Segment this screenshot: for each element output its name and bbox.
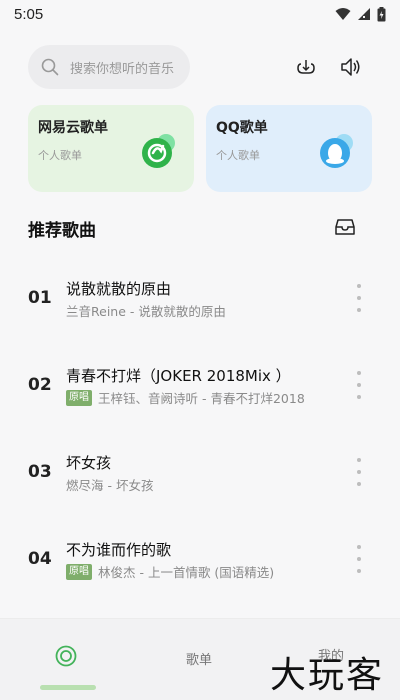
song-title: 坏女孩: [66, 454, 112, 472]
song-title: 说散就散的原由: [66, 280, 172, 298]
song-row[interactable]: 01 说散就散的原由 兰音Reine - 说散就散的原由: [0, 254, 400, 341]
netease-music-icon: [142, 134, 175, 168]
download-icon: [297, 60, 315, 74]
song-number: 01: [28, 288, 52, 308]
song-meta: 原唱 王梓钰、音阙诗听 - 青春不打烊2018: [66, 388, 305, 407]
recommended-songs-title: 推荐歌曲: [28, 221, 96, 241]
search-icon: [41, 58, 59, 76]
song-title: 青春不打烊（JOKER 2018Mix ）: [66, 367, 291, 385]
song-row[interactable]: 03 坏女孩 燃尽海 - 坏女孩: [0, 428, 400, 515]
home-tab-icon[interactable]: [54, 644, 78, 668]
status-icons: [335, 6, 386, 22]
qq-penguin-icon: [320, 134, 353, 168]
playlist-cards: 网易云歌单 个人歌单 QQ歌单 个人歌单: [28, 105, 372, 192]
qq-playlist-card[interactable]: QQ歌单 个人歌单: [206, 105, 372, 192]
active-tab-indicator: [40, 685, 96, 690]
original-badge: 原唱: [66, 563, 92, 580]
watermark-text: 大玩客: [270, 655, 385, 696]
more-options-button[interactable]: [352, 458, 366, 486]
more-options-button[interactable]: [352, 371, 366, 399]
song-artist-album: 燃尽海 - 坏女孩: [66, 478, 154, 493]
search-row: 搜索你想听的音乐: [28, 45, 372, 89]
more-options-button[interactable]: [352, 284, 366, 312]
status-bar: 5:05: [0, 0, 400, 28]
song-title: 不为谁而作的歌: [66, 541, 172, 559]
inbox-icon[interactable]: [334, 216, 356, 238]
song-number: 02: [28, 375, 52, 395]
song-number: 03: [28, 462, 52, 482]
more-options-button[interactable]: [352, 545, 366, 573]
signal-icon: [358, 8, 370, 20]
song-row[interactable]: 04 不为谁而作的歌 原唱 林俊杰 - 上一首情歌 (国语精选): [0, 515, 400, 602]
song-row[interactable]: 02 青春不打烊（JOKER 2018Mix ） 原唱 王梓钰、音阙诗听 - 青…: [0, 341, 400, 428]
search-input[interactable]: 搜索你想听的音乐: [28, 45, 190, 89]
song-artist-album: 王梓钰、音阙诗听 - 青春不打烊2018: [98, 391, 305, 406]
netease-playlist-card[interactable]: 网易云歌单 个人歌单: [28, 105, 194, 192]
download-button[interactable]: [294, 55, 318, 79]
battery-icon: [377, 6, 386, 21]
song-list: 01 说散就散的原由 兰音Reine - 说散就散的原由 02 青春不打烊（JO…: [0, 254, 400, 602]
song-meta: 原唱 林俊杰 - 上一首情歌 (国语精选): [66, 562, 274, 581]
volume-icon: [341, 58, 360, 76]
song-artist-album: 兰音Reine - 说散就散的原由: [66, 304, 226, 319]
song-number: 04: [28, 549, 52, 569]
search-placeholder: 搜索你想听的音乐: [70, 61, 175, 77]
wifi-icon: [335, 8, 351, 20]
original-badge: 原唱: [66, 389, 92, 406]
volume-button[interactable]: [338, 55, 362, 79]
tab-playlist[interactable]: 歌单: [186, 649, 212, 668]
song-artist-album: 林俊杰 - 上一首情歌 (国语精选): [98, 565, 275, 580]
song-meta: 兰音Reine - 说散就散的原由: [66, 301, 226, 320]
status-time: 5:05: [14, 5, 44, 23]
song-meta: 燃尽海 - 坏女孩: [66, 475, 153, 494]
